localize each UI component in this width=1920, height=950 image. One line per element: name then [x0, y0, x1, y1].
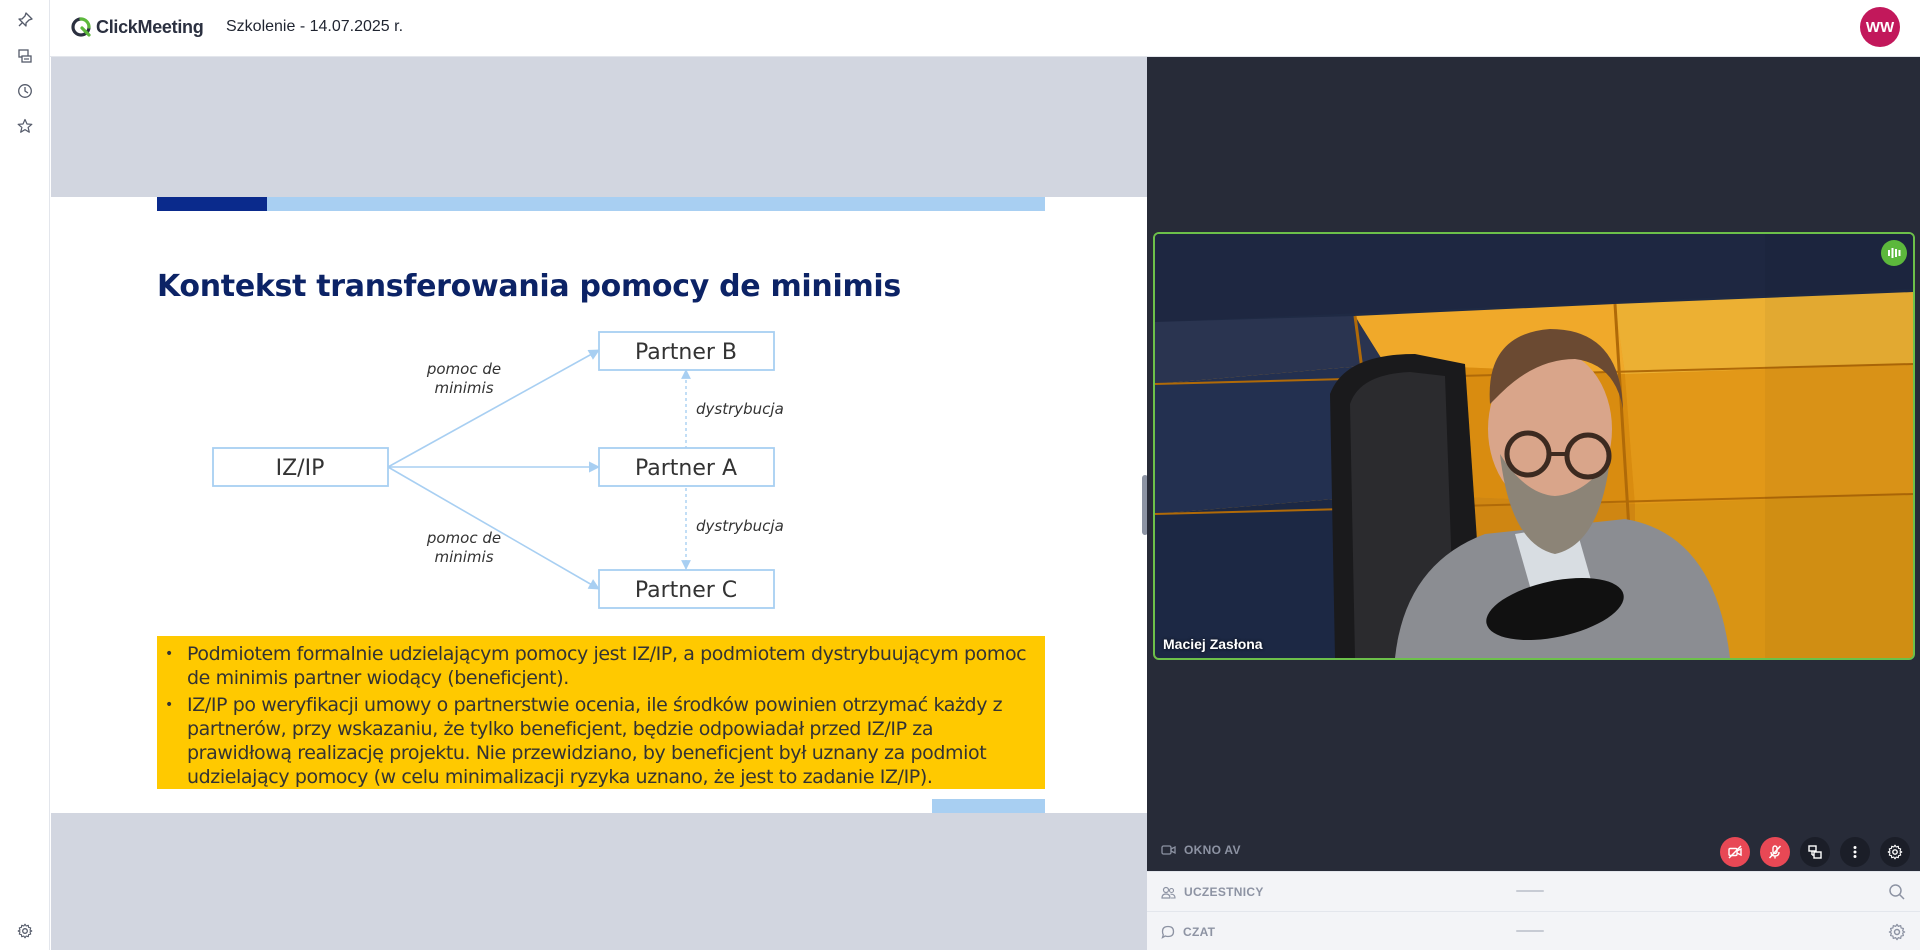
- speaking-indicator-icon: [1881, 240, 1907, 266]
- participants-section[interactable]: UCZESTNICY: [1147, 871, 1920, 911]
- camera-icon: [1161, 845, 1176, 855]
- slide-summary-box: Podmiotem formalnie udzielającym pomocy …: [157, 636, 1045, 789]
- camera-off-button[interactable]: [1720, 837, 1750, 867]
- edge-bottom-label-1: pomoc de: [426, 529, 501, 547]
- node-partner-b-label: Partner B: [635, 340, 737, 365]
- meeting-title: Szkolenie - 14.07.2025 r.: [226, 18, 404, 35]
- microphone-off-icon: [1768, 845, 1782, 859]
- edge-top-label-2: minimis: [434, 379, 493, 397]
- edge-top-label-1: pomoc de: [426, 360, 501, 378]
- dist-top-label: dystrybucja: [696, 400, 784, 418]
- slide: Kontekst transferowania pomocy de minimi…: [51, 197, 1147, 813]
- camera-off-icon: [1728, 845, 1742, 859]
- node-partner-a-label: Partner A: [635, 456, 737, 481]
- right-panel: Maciej Zasłona OKNO AV UCZESTNICY CZAT: [1147, 57, 1920, 950]
- participants-resize-grip[interactable]: [1516, 890, 1544, 892]
- more-vertical-icon: [1853, 846, 1857, 858]
- chat-resize-grip[interactable]: [1516, 930, 1544, 932]
- node-izip-label: IZ/IP: [276, 456, 325, 481]
- av-window-bar: OKNO AV: [1147, 831, 1920, 871]
- slide-header-bar-dark: [157, 197, 267, 211]
- user-avatar[interactable]: WW: [1860, 7, 1900, 47]
- participants-header: UCZESTNICY: [1161, 885, 1264, 899]
- search-icon[interactable]: [1888, 883, 1906, 901]
- microphone-off-button[interactable]: [1760, 837, 1790, 867]
- slide-footer-block: [932, 799, 1045, 813]
- participants-label: UCZESTNICY: [1184, 885, 1264, 899]
- app-root: ClickMeeting Szkolenie - 14.07.2025 r. W…: [0, 0, 1920, 950]
- star-icon[interactable]: [15, 116, 35, 136]
- slide-header-bar-light: [267, 197, 1045, 211]
- gear-icon: [1887, 844, 1903, 860]
- pin-icon[interactable]: [15, 10, 35, 30]
- chat-label: CZAT: [1183, 925, 1216, 939]
- av-window-text: OKNO AV: [1184, 843, 1241, 857]
- participant-video[interactable]: Maciej Zasłona: [1153, 232, 1915, 660]
- slide-title: Kontekst transferowania pomocy de minimi…: [157, 269, 901, 304]
- layout-icon: [1808, 845, 1822, 859]
- av-window-label[interactable]: OKNO AV: [1161, 843, 1241, 857]
- history-icon[interactable]: [15, 81, 35, 101]
- chat-icon: [1161, 925, 1175, 939]
- slide-bullets: Podmiotem formalnie udzielającym pomocy …: [165, 642, 1033, 789]
- more-options-button[interactable]: [1840, 837, 1870, 867]
- av-settings-button[interactable]: [1880, 837, 1910, 867]
- chat-header: CZAT: [1161, 925, 1215, 939]
- presentation-icon[interactable]: [15, 46, 35, 66]
- dist-bottom-label: dystrybucja: [696, 517, 784, 535]
- participant-name: Maciej Zasłona: [1163, 636, 1263, 652]
- participants-icon: [1161, 886, 1176, 899]
- logo-text: ClickMeeting: [96, 16, 204, 37]
- layout-toggle-button[interactable]: [1800, 837, 1830, 867]
- node-partner-c-label: Partner C: [635, 578, 737, 603]
- chat-settings-icon[interactable]: [1888, 923, 1906, 941]
- settings-icon[interactable]: [15, 921, 35, 941]
- chat-section[interactable]: CZAT: [1147, 911, 1920, 950]
- top-bar: ClickMeeting Szkolenie - 14.07.2025 r. W…: [50, 0, 1920, 57]
- presentation-stage: Kontekst transferowania pomocy de minimi…: [51, 57, 1147, 950]
- edge-izip-partner-c: [387, 466, 600, 590]
- slide-bullet: Podmiotem formalnie udzielającym pomocy …: [165, 642, 1033, 690]
- video-feed-image: [1155, 234, 1913, 658]
- logo-icon: [71, 17, 91, 37]
- clickmeeting-logo[interactable]: ClickMeeting: [70, 15, 204, 39]
- left-rail: [0, 0, 50, 950]
- edge-bottom-label-2: minimis: [434, 548, 493, 566]
- flow-diagram: IZ/IP Partner B Partner A Partner C pomo…: [212, 331, 784, 609]
- slide-bullet: IZ/IP po weryfikacji umowy o partnerstwi…: [165, 693, 1033, 789]
